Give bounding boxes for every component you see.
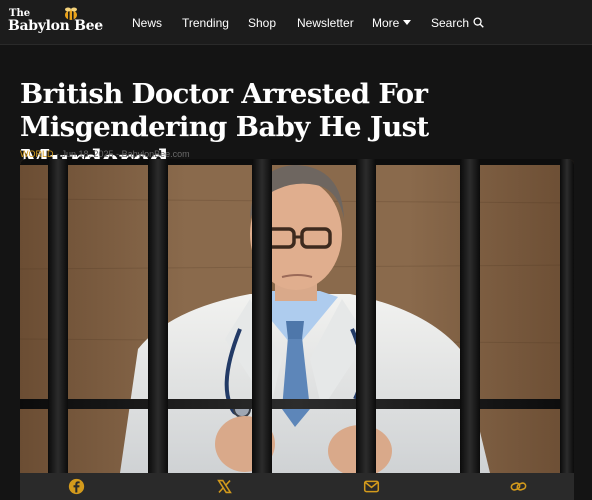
site-logo[interactable]: The Babylon Bee xyxy=(8,6,108,38)
nav-newsletter-label: Newsletter xyxy=(297,15,354,30)
article-source: BabylonBee.com xyxy=(121,149,190,159)
search-icon xyxy=(473,17,484,28)
nav-news[interactable]: News xyxy=(132,0,162,45)
article-hero-image xyxy=(20,159,574,473)
x-icon[interactable] xyxy=(216,478,233,495)
share-bar xyxy=(20,473,574,500)
facebook-icon[interactable] xyxy=(68,478,85,495)
nav-search[interactable]: Search xyxy=(431,0,484,45)
chevron-down-icon xyxy=(403,19,412,25)
top-nav: The Babylon Bee News Trending Shop Newsl… xyxy=(0,0,592,45)
nav-news-label: News xyxy=(132,15,163,30)
nav-newsletter[interactable]: Newsletter xyxy=(297,0,354,45)
article-category[interactable]: WORLD xyxy=(20,149,54,159)
nav-shop[interactable]: Shop xyxy=(248,0,276,45)
logo-name: Babylon Bee xyxy=(8,18,103,34)
email-icon[interactable] xyxy=(363,478,380,495)
link-icon[interactable] xyxy=(510,478,527,495)
article-date: Jun 18, 2025 xyxy=(61,149,114,159)
article-meta: WORLD - Jun 18, 2025 - BabylonBee.com xyxy=(20,149,190,159)
nav-shop-label: Shop xyxy=(248,15,277,30)
nav-search-label: Search xyxy=(431,15,470,30)
nav-more[interactable]: More xyxy=(372,0,412,45)
nav-trending[interactable]: Trending xyxy=(182,0,229,45)
doctor-in-jail-illustration xyxy=(20,159,574,473)
nav-more-label: More xyxy=(372,15,400,30)
nav-trending-label: Trending xyxy=(182,15,229,30)
